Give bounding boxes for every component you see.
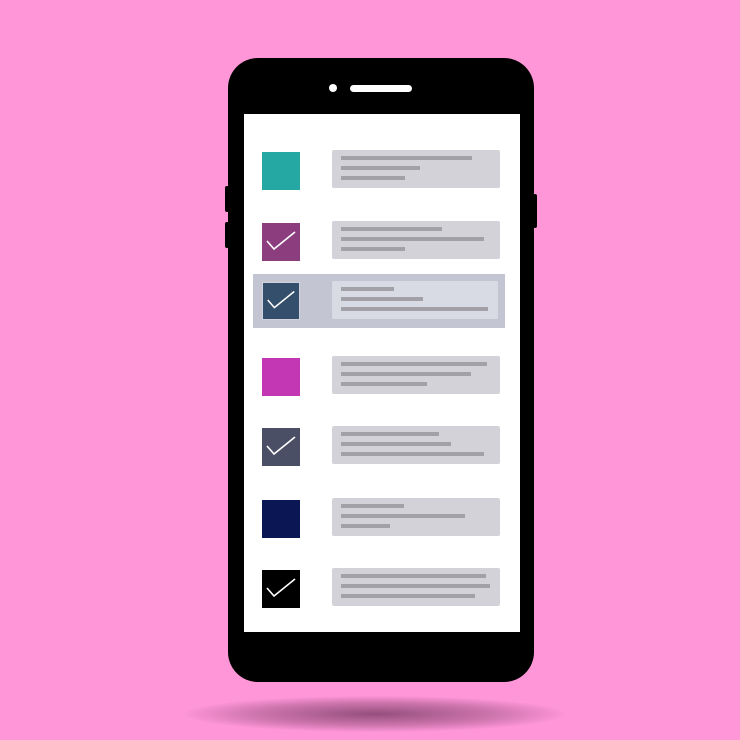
text-line [341,297,424,301]
task-checkbox-checked[interactable] [262,223,300,261]
text-line [341,432,440,436]
text-line [341,584,490,588]
task-text-placeholder [341,572,490,598]
task-text-placeholder [341,502,490,528]
phone-shadow [185,696,565,732]
task-checkbox[interactable] [262,358,300,396]
task-text-placeholder [341,360,490,386]
text-line [341,524,391,528]
task-text-placeholder [341,154,490,180]
check-icon [266,436,296,456]
smartphone [228,58,534,682]
task-text-placeholder [341,225,490,251]
power-button[interactable] [533,194,537,228]
text-line [341,176,406,180]
text-line [341,307,488,311]
text-line [341,247,406,251]
task-card[interactable] [332,150,500,188]
task-checkbox-checked[interactable] [262,570,300,608]
text-line [341,574,486,578]
check-icon [266,231,296,251]
text-line [341,227,443,231]
task-checkbox[interactable] [262,152,300,190]
task-row[interactable] [253,274,505,328]
check-icon [266,578,296,598]
text-line [341,504,404,508]
text-line [341,166,420,170]
task-card[interactable] [332,356,500,394]
task-card[interactable] [332,221,500,259]
task-row[interactable] [244,562,520,616]
task-card[interactable] [332,568,500,606]
task-checkbox[interactable] [262,500,300,538]
task-text-placeholder [341,430,490,456]
volume-up-button[interactable] [225,186,229,212]
text-line [341,362,488,366]
phone-screen [244,114,520,632]
volume-down-button[interactable] [225,222,229,248]
text-line [341,372,471,376]
task-card[interactable] [332,498,500,536]
task-checkbox-checked[interactable] [262,282,300,320]
task-checkbox-checked[interactable] [262,428,300,466]
text-line [341,382,428,386]
task-row[interactable] [244,144,520,198]
text-line [341,452,485,456]
front-camera-icon [329,84,337,92]
task-row[interactable] [244,420,520,474]
text-line [341,287,394,291]
task-row[interactable] [244,215,520,269]
task-row[interactable] [244,350,520,404]
text-line [341,514,465,518]
check-icon [267,290,295,309]
earpiece-speaker [350,85,412,92]
task-card[interactable] [332,281,498,319]
text-line [341,156,473,160]
text-line [341,442,452,446]
task-text-placeholder [341,285,488,311]
task-row[interactable] [244,492,520,546]
text-line [341,237,485,241]
text-line [341,594,476,598]
task-card[interactable] [332,426,500,464]
